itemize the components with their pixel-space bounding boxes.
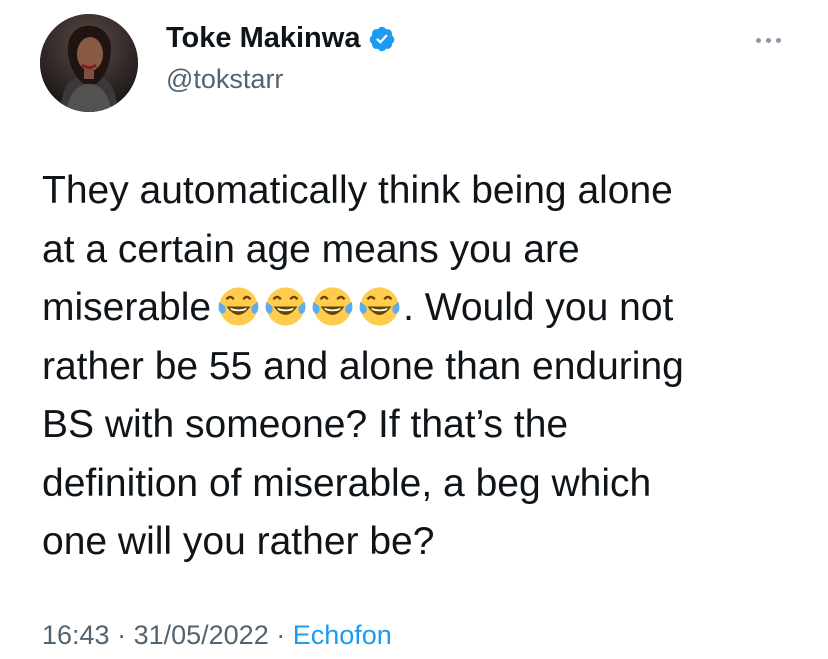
avatar[interactable] [40, 14, 138, 112]
more-dot [765, 37, 771, 43]
tweet-text-line: at a certain age means you are [42, 227, 580, 271]
face-with-tears-of-joy-icon [265, 287, 306, 326]
emoji-group [217, 285, 401, 328]
tweet-metadata: 16:43 · 31/05/2022 · Echofon [42, 620, 392, 651]
tweet-text-line: BS with someone? If that’s the [42, 403, 569, 446]
author-name-row: Toke Makinwa [166, 22, 396, 55]
tweet-date[interactable]: 31/05/2022 [134, 620, 269, 650]
avatar-photo [40, 14, 138, 112]
tweet-text-segment: miserable [42, 286, 212, 329]
author-display-name[interactable]: Toke Makinwa [166, 22, 360, 55]
author-handle[interactable]: @tokstarr [166, 64, 283, 95]
verified-badge-icon [370, 26, 395, 51]
more-dot [775, 37, 781, 43]
more-options-icon[interactable] [748, 26, 788, 54]
tweet-time[interactable]: 16:43 [42, 620, 110, 650]
tweet-text-line: They automatically think being alone [42, 169, 673, 212]
meta-separator: · [109, 620, 134, 650]
tweet-text-line: one will you rather be? [42, 520, 435, 563]
tweet-text-line: miserable . Would you not [42, 279, 802, 338]
tweet-text: They automatically think being alone at … [42, 162, 802, 572]
tweet-text-segment: . Would you not [403, 286, 674, 329]
tweet-card: Toke Makinwa @tokstarr They automaticall… [0, 0, 828, 659]
face-with-tears-of-joy-icon [218, 287, 259, 326]
tweet-text-line: definition of miserable, a beg which [42, 461, 652, 505]
tweet-text-line: rather be 55 and alone than enduring [42, 344, 684, 388]
more-dot [755, 37, 761, 43]
meta-separator: · [268, 620, 293, 650]
face-with-tears-of-joy-icon [359, 287, 400, 326]
face-with-tears-of-joy-icon [312, 287, 353, 326]
tweet-source-link[interactable]: Echofon [293, 620, 392, 650]
